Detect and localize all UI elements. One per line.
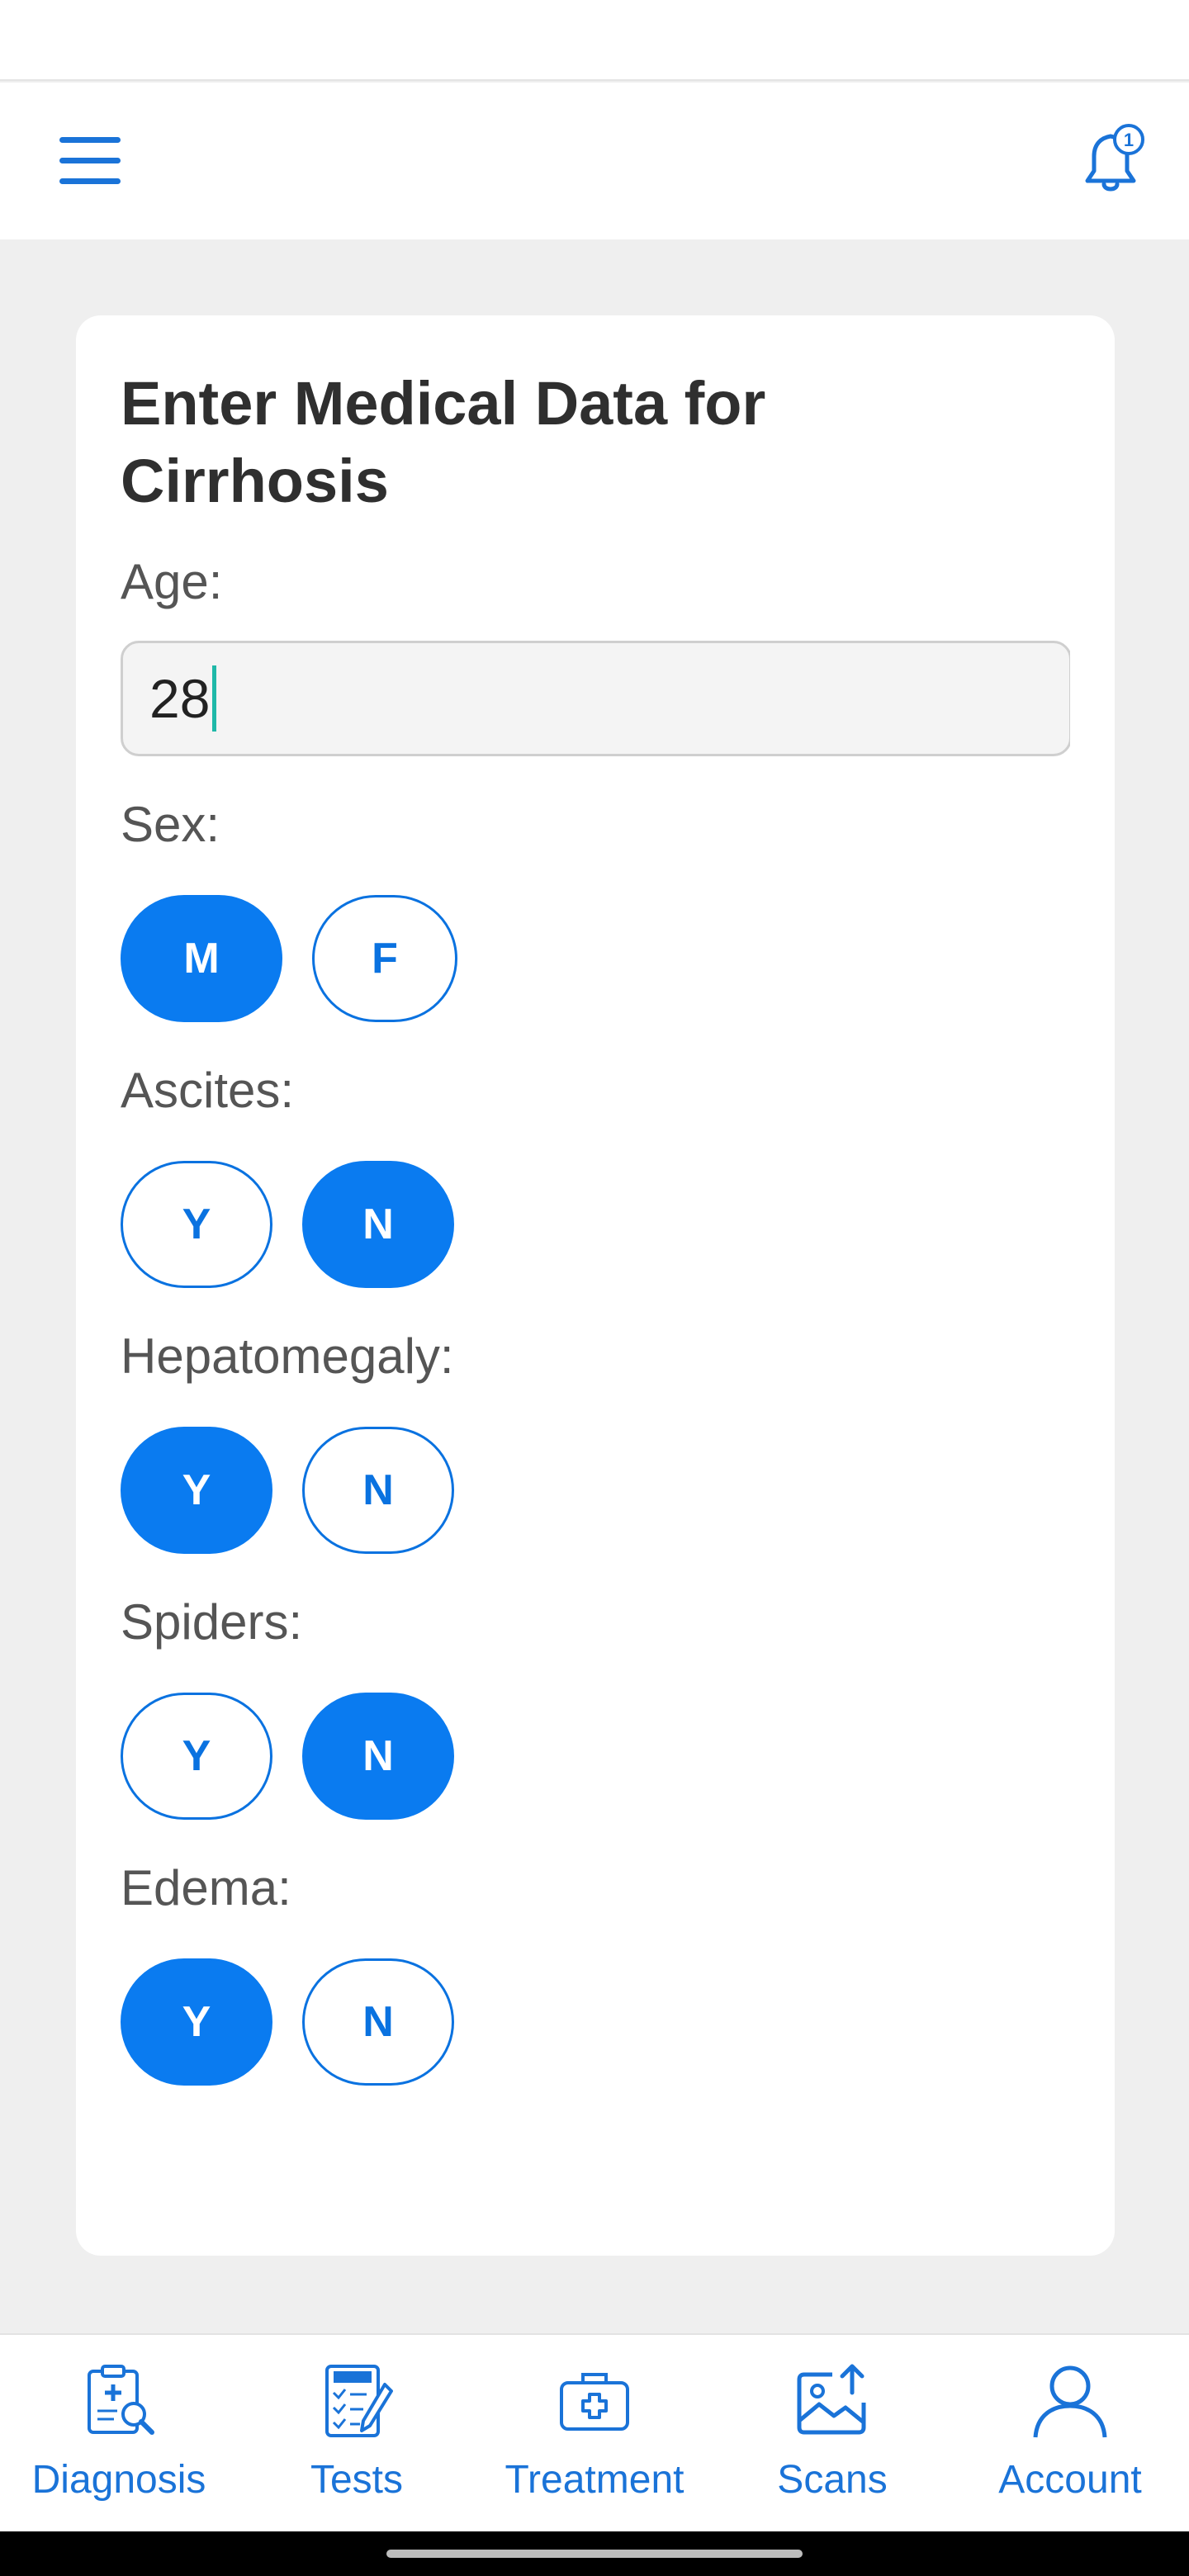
- sex-option-f[interactable]: F: [312, 895, 457, 1022]
- edema-option-y[interactable]: Y: [121, 1958, 272, 2086]
- ascites-option-n[interactable]: N: [302, 1161, 454, 1288]
- edema-option-n[interactable]: N: [302, 1958, 454, 2086]
- test-checklist-icon: [315, 2360, 398, 2442]
- bottom-navigation: Diagnosis Tests Treatment Scans Account: [0, 2333, 1189, 2531]
- edema-label: Edema:: [121, 1860, 291, 1915]
- hepatomegaly-option-y[interactable]: Y: [121, 1427, 272, 1554]
- sex-label: Sex:: [121, 797, 220, 852]
- clipboard-magnifier-icon: [78, 2360, 160, 2442]
- user-icon: [1029, 2360, 1111, 2442]
- notifications-button[interactable]: 1: [1065, 116, 1156, 206]
- ascites-label: Ascites:: [121, 1063, 295, 1118]
- menu-button[interactable]: [50, 124, 132, 198]
- ascites-toggle-group: Y N: [121, 1161, 1070, 1288]
- nav-label-treatment: Treatment: [504, 2458, 685, 2502]
- nav-label-account: Account: [998, 2458, 1142, 2502]
- spiders-option-n[interactable]: N: [302, 1693, 454, 1820]
- spiders-option-y[interactable]: Y: [121, 1693, 272, 1820]
- edema-toggle-group: Y N: [121, 1958, 1070, 2086]
- status-bar: [0, 0, 1189, 81]
- hepatomegaly-option-n[interactable]: N: [302, 1427, 454, 1554]
- form-title: Enter Medical Data for Cirrhosis: [121, 369, 766, 515]
- system-navigation-bar: [0, 2531, 1189, 2576]
- app-header: 1: [0, 83, 1189, 239]
- age-input-value: 28: [149, 668, 211, 729]
- medical-data-card: Enter Medical Data for Cirrhosis Age: 28…: [76, 315, 1115, 2256]
- spiders-toggle-group: Y N: [121, 1693, 1070, 1820]
- cirrhosis-form: Enter Medical Data for Cirrhosis Age: 28…: [121, 365, 1070, 2198]
- nav-item-scans[interactable]: Scans: [713, 2335, 951, 2531]
- ascites-option-y[interactable]: Y: [121, 1161, 272, 1288]
- age-label: Age:: [121, 554, 223, 609]
- hepatomegaly-label: Hepatomegaly:: [121, 1328, 454, 1384]
- text-caret: [212, 665, 217, 732]
- nav-label-diagnosis: Diagnosis: [31, 2458, 206, 2502]
- hamburger-menu-icon: [59, 137, 121, 184]
- nav-item-tests[interactable]: Tests: [238, 2335, 476, 2531]
- nav-label-scans: Scans: [777, 2458, 888, 2502]
- notification-count: 1: [1124, 130, 1134, 150]
- home-indicator[interactable]: [386, 2550, 803, 2558]
- sex-toggle-group: M F: [121, 895, 1070, 1022]
- nav-item-treatment[interactable]: Treatment: [476, 2335, 713, 2531]
- bell-icon: 1: [1085, 124, 1144, 192]
- spiders-label: Spiders:: [121, 1594, 303, 1650]
- nav-label-tests: Tests: [310, 2458, 404, 2502]
- nav-item-account[interactable]: Account: [951, 2335, 1189, 2531]
- hepatomegaly-toggle-group: Y N: [121, 1427, 1070, 1554]
- nav-item-diagnosis[interactable]: Diagnosis: [0, 2335, 238, 2531]
- medical-kit-icon: [553, 2360, 636, 2442]
- sex-option-m[interactable]: M: [121, 895, 282, 1022]
- age-input[interactable]: 28: [121, 641, 1070, 756]
- scan-image-upload-icon: [791, 2360, 874, 2442]
